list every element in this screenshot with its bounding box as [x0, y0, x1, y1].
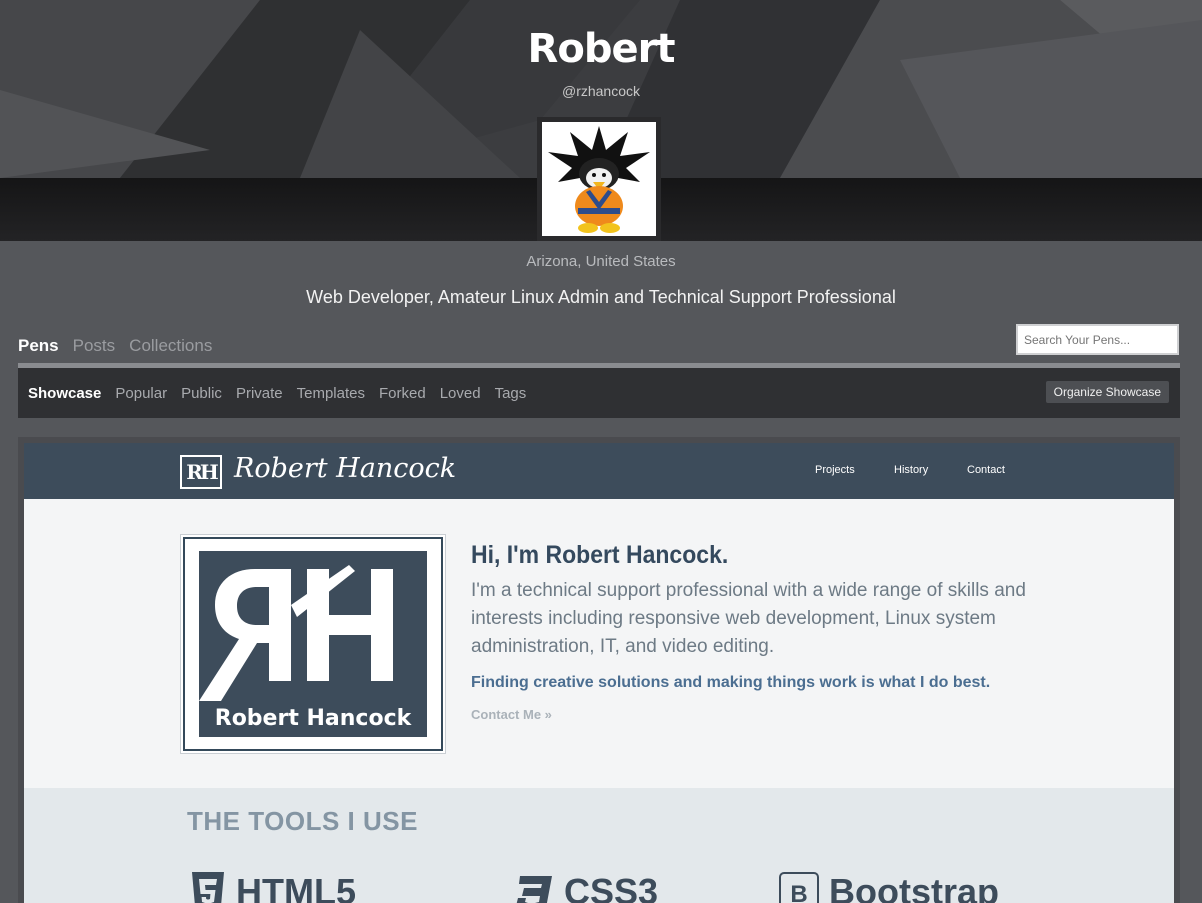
tool-html5: HTML5 [190, 871, 356, 903]
preview-heading: Hi, I'm Robert Hancock. [471, 541, 729, 569]
svg-text:B: B [790, 881, 807, 903]
preview-tools-section: THE TOOLS I USE HTML5 CSS3 B Bootstrap [24, 788, 1174, 903]
preview-nav-projects[interactable]: Projects [815, 464, 855, 476]
preview-intro-text: I'm a technical support professional wit… [471, 580, 1026, 657]
showcase-subnav: Showcase Popular Public Private Template… [18, 368, 1180, 418]
preview-navbar: RH Robert Hancock Projects History Conta… [24, 443, 1174, 499]
search-pens-input[interactable] [1016, 324, 1179, 355]
profile-bio: Web Developer, Amateur Linux Admin and T… [306, 287, 896, 307]
subtab-private[interactable]: Private [236, 385, 283, 402]
preview-tagline: Finding creative solutions and making th… [471, 674, 991, 691]
showcase-pen-preview[interactable]: RH Robert Hancock Projects History Conta… [18, 437, 1180, 903]
tool-bootstrap: B Bootstrap [779, 871, 999, 903]
preview-contact-link[interactable]: Contact Me » [471, 707, 552, 722]
preview-nav-contact[interactable]: Contact [967, 464, 1005, 476]
subtab-popular[interactable]: Popular [115, 385, 167, 402]
preview-tools-title: THE TOOLS I USE [187, 806, 418, 836]
css3-icon [516, 876, 552, 903]
avatar[interactable] [537, 117, 661, 241]
organize-showcase-button[interactable]: Organize Showcase [1045, 381, 1169, 403]
subtab-showcase[interactable]: Showcase [28, 385, 101, 402]
tool-bootstrap-label: Bootstrap [829, 871, 999, 903]
tab-collections[interactable]: Collections [129, 336, 212, 356]
bootstrap-icon: B [779, 872, 819, 903]
subtab-templates[interactable]: Templates [297, 385, 365, 402]
preview-logo-caption: Robert Hancock [214, 706, 412, 731]
subtab-loved[interactable]: Loved [440, 385, 481, 402]
tool-css3: CSS3 [514, 871, 658, 903]
main-tabs: Pens Posts Collections [18, 336, 212, 356]
profile-name: Robert [527, 26, 676, 72]
tool-html5-label: HTML5 [236, 871, 356, 903]
tab-posts[interactable]: Posts [73, 336, 116, 356]
tool-css3-label: CSS3 [564, 871, 659, 903]
subtab-public[interactable]: Public [181, 385, 222, 402]
preview-nav-history[interactable]: History [894, 464, 928, 476]
subtab-tags[interactable]: Tags [495, 385, 527, 402]
html5-icon [192, 872, 224, 903]
profile-location: Arizona, United States [526, 253, 676, 270]
preview-logo-mark: RH [180, 455, 222, 489]
avatar-penguin-icon [548, 126, 650, 233]
preview-logo-text: Robert Hancock [234, 453, 457, 484]
pen-preview-frame: RH Robert Hancock Projects History Conta… [24, 443, 1174, 903]
tab-pens[interactable]: Pens [18, 336, 59, 356]
subtab-forked[interactable]: Forked [379, 385, 426, 402]
preview-large-logo: Robert Hancock [180, 534, 446, 754]
profile-handle[interactable]: @rzhancock [0, 83, 1202, 99]
